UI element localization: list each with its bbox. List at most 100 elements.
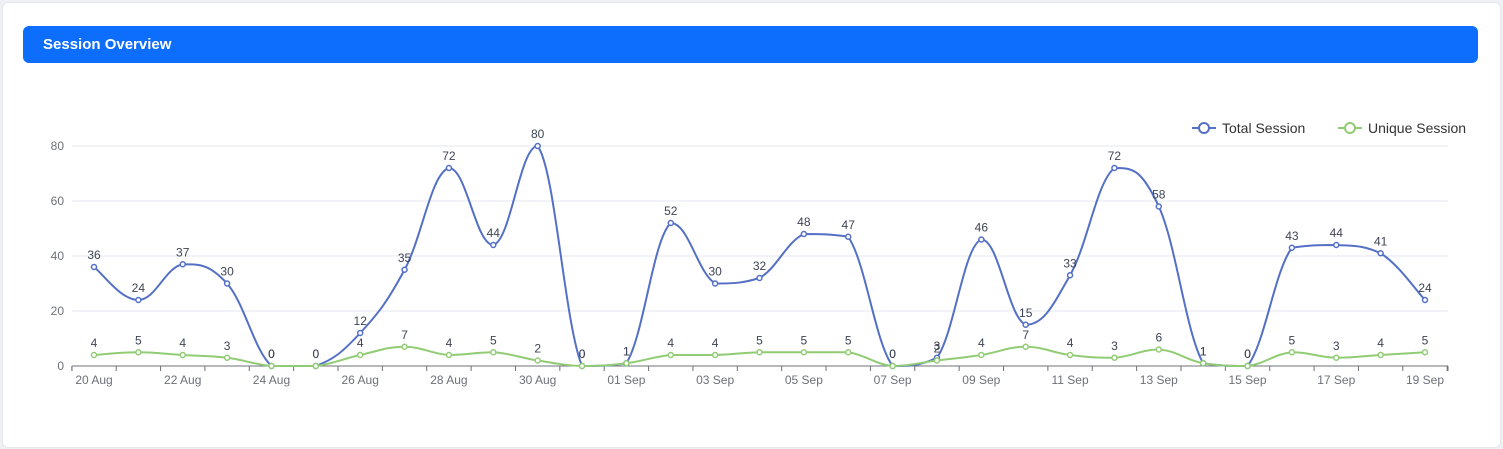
data-point (1066, 351, 1074, 359)
data-label: 4 (1377, 336, 1384, 350)
data-point (800, 230, 808, 238)
x-tick-label: 03 Sep (696, 373, 734, 387)
data-point (490, 241, 497, 249)
data-label: 2 (934, 342, 941, 356)
data-label: 48 (797, 215, 811, 229)
data-point (179, 261, 186, 268)
data-point (90, 351, 98, 359)
data-label: 5 (1422, 333, 1429, 347)
data-label: 7 (401, 328, 408, 342)
x-tick-label: 22 Aug (164, 373, 201, 387)
data-label: 72 (1108, 149, 1122, 163)
data-label: 0 (312, 347, 319, 361)
data-point (1333, 354, 1340, 361)
data-point (667, 219, 675, 227)
data-label: 5 (135, 333, 142, 347)
data-point (756, 349, 763, 356)
data-label: 37 (176, 245, 190, 259)
data-label: 4 (667, 336, 674, 350)
data-label: 30 (220, 265, 234, 279)
x-tick-label: 24 Aug (253, 373, 290, 387)
data-point (445, 351, 453, 359)
data-point (1111, 354, 1118, 361)
data-point (135, 296, 142, 304)
x-tick-label: 15 Sep (1229, 373, 1267, 387)
data-point (1066, 272, 1074, 279)
data-point (711, 280, 719, 287)
data-point (490, 349, 497, 356)
data-label: 32 (753, 259, 767, 273)
y-tick-label: 40 (51, 249, 65, 263)
y-tick-label: 60 (51, 194, 65, 208)
data-point (1421, 349, 1429, 356)
data-label: 44 (1330, 226, 1344, 240)
data-point (578, 362, 586, 370)
data-label: 0 (1244, 347, 1251, 361)
data-label: 0 (579, 347, 586, 361)
data-label: 2 (534, 342, 541, 356)
data-point (356, 351, 364, 359)
data-point (844, 233, 852, 240)
data-label: 43 (1285, 229, 1299, 243)
data-label: 1 (623, 344, 630, 358)
legend-label: Total Session (1222, 120, 1305, 136)
legend-marker-icon (1198, 122, 1210, 134)
x-tick-label: 30 Aug (519, 373, 556, 387)
data-point (800, 349, 808, 356)
data-point (756, 274, 763, 282)
data-point (534, 357, 541, 364)
x-tick-label: 26 Aug (342, 373, 379, 387)
legend-label: Unique Session (1368, 120, 1466, 136)
data-point (1288, 244, 1296, 251)
x-tick-label: 20 Aug (75, 373, 112, 387)
data-point (1022, 343, 1029, 350)
data-point (312, 362, 320, 370)
x-tick-label: 07 Sep (874, 373, 912, 387)
data-point (711, 351, 719, 359)
data-point (223, 280, 231, 287)
legend[interactable]: Total Session Unique Session (1192, 120, 1466, 136)
data-label: 6 (1155, 331, 1162, 345)
x-tick-label: 17 Sep (1317, 373, 1355, 387)
data-point (889, 362, 896, 370)
data-label: 47 (842, 218, 856, 232)
data-point (534, 142, 541, 150)
data-label: 58 (1152, 188, 1166, 202)
data-point (667, 351, 675, 359)
data-label: 0 (889, 347, 896, 361)
data-label: 15 (1019, 306, 1033, 320)
legend-item-unique-session[interactable]: Unique Session (1338, 120, 1466, 136)
data-label: 3 (1333, 339, 1340, 353)
data-point (1333, 241, 1340, 249)
data-label: 72 (442, 149, 456, 163)
data-point (1199, 360, 1207, 367)
data-label: 5 (756, 333, 763, 347)
data-label: 44 (487, 226, 501, 240)
data-point (1111, 164, 1118, 172)
data-point (1421, 296, 1429, 304)
data-label: 52 (664, 204, 678, 218)
data-label: 4 (446, 336, 453, 350)
data-point (1155, 346, 1163, 353)
x-tick-label: 13 Sep (1140, 373, 1178, 387)
data-point (90, 263, 98, 271)
data-label: 4 (978, 336, 985, 350)
data-point (1022, 321, 1029, 328)
data-point (179, 351, 186, 359)
data-label: 3 (1111, 339, 1118, 353)
data-point (1377, 351, 1384, 359)
legend-item-total-session[interactable]: Total Session (1192, 120, 1305, 136)
x-tick-label: 28 Aug (430, 373, 467, 387)
data-labels: 362437300 012357244800 15230 3248 4703461533… (87, 127, 1432, 361)
data-point (978, 351, 985, 359)
x-tick-label: 11 Sep (1051, 373, 1088, 387)
data-point (356, 329, 364, 337)
session-chart: 02040608020 Aug 22 Aug 24 Aug 26 Aug 28 Aug 3… (51, 120, 1466, 387)
data-label: 35 (398, 251, 412, 265)
data-label: 1 (1200, 344, 1207, 358)
x-tick-label: 01 Sep (607, 373, 645, 387)
data-point (978, 236, 985, 243)
data-label: 5 (845, 333, 852, 347)
data-label: 12 (354, 314, 368, 328)
legend-marker-icon (1344, 122, 1356, 134)
